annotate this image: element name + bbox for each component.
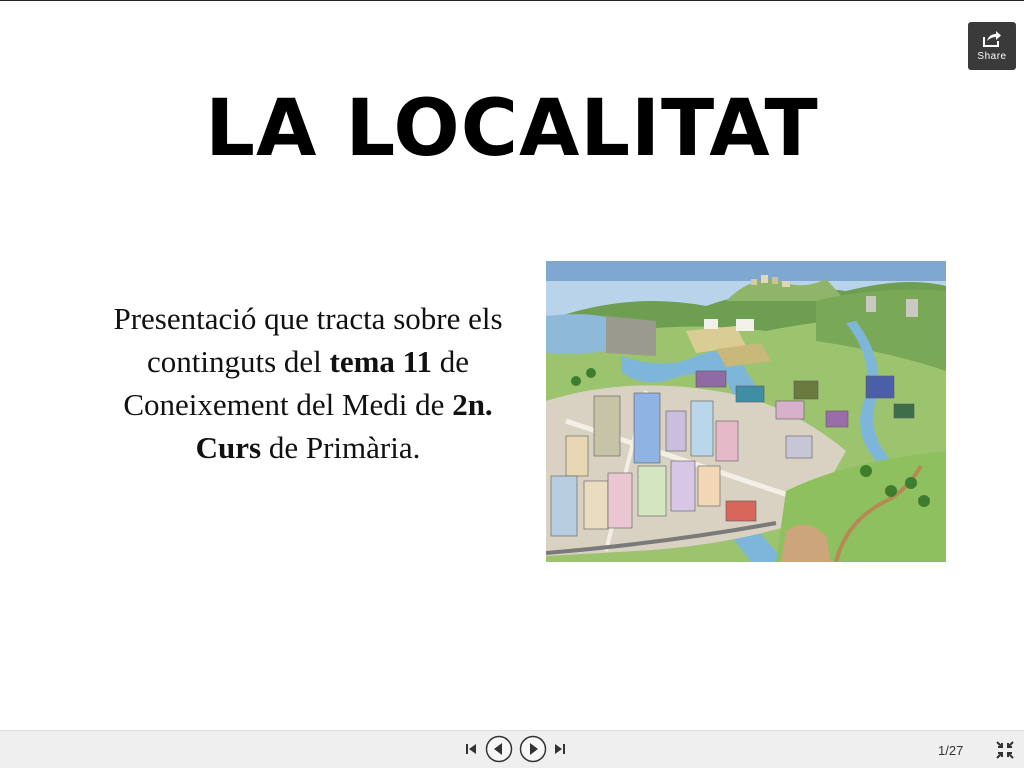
town-illustration [546,261,946,562]
share-label: Share [977,51,1007,62]
body-text-3: de Primària. [261,430,421,465]
share-button[interactable]: Share [968,22,1016,70]
previous-icon[interactable] [485,735,513,763]
page-counter: 1/27 [938,743,964,758]
slide-title: LA LOCALITAT [205,84,819,174]
slide-body: Presentació que tracta sobre els conting… [108,297,508,469]
next-icon[interactable] [519,735,547,763]
exit-fullscreen-icon[interactable] [996,741,1014,759]
slide: LA LOCALITAT Presentació que tracta sobr… [0,1,1024,730]
body-bold-topic: tema 11 [329,344,432,379]
skip-last-icon[interactable] [554,742,566,756]
playback-controls: 1/27 [0,730,1024,768]
skip-first-icon[interactable] [465,742,477,756]
slideshow-viewer: LA LOCALITAT Presentació que tracta sobr… [0,0,1024,768]
